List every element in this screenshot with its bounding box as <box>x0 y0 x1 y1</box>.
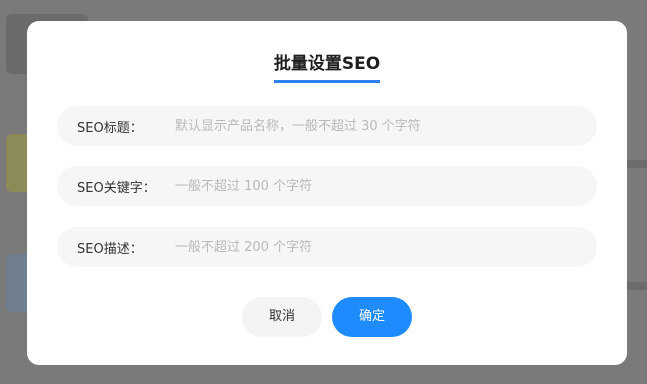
seo-title-input[interactable] <box>175 106 597 146</box>
seo-description-input[interactable] <box>175 227 597 267</box>
seo-description-label: SEO描述： <box>77 241 143 257</box>
seo-keywords-field: SEO关键字： <box>57 166 597 206</box>
cancel-button[interactable]: 取消 <box>242 297 322 337</box>
seo-title-label: SEO标题： <box>77 120 143 136</box>
seo-batch-dialog: 批量设置SEO SEO标题： SEO关键字： SEO描述： 取消 确定 <box>27 21 627 365</box>
background-edge <box>627 160 647 168</box>
seo-description-field: SEO描述： <box>57 227 597 267</box>
page: 批量设置SEO SEO标题： SEO关键字： SEO描述： 取消 确定 <box>0 0 647 384</box>
dialog-title: 批量设置SEO <box>27 54 627 83</box>
confirm-button[interactable]: 确定 <box>332 297 412 337</box>
seo-keywords-label: SEO关键字： <box>77 180 156 196</box>
seo-keywords-input[interactable] <box>175 166 597 206</box>
seo-title-field: SEO标题： <box>57 106 597 146</box>
background-edge <box>627 282 647 290</box>
dialog-title-text: 批量设置SEO <box>273 54 381 83</box>
